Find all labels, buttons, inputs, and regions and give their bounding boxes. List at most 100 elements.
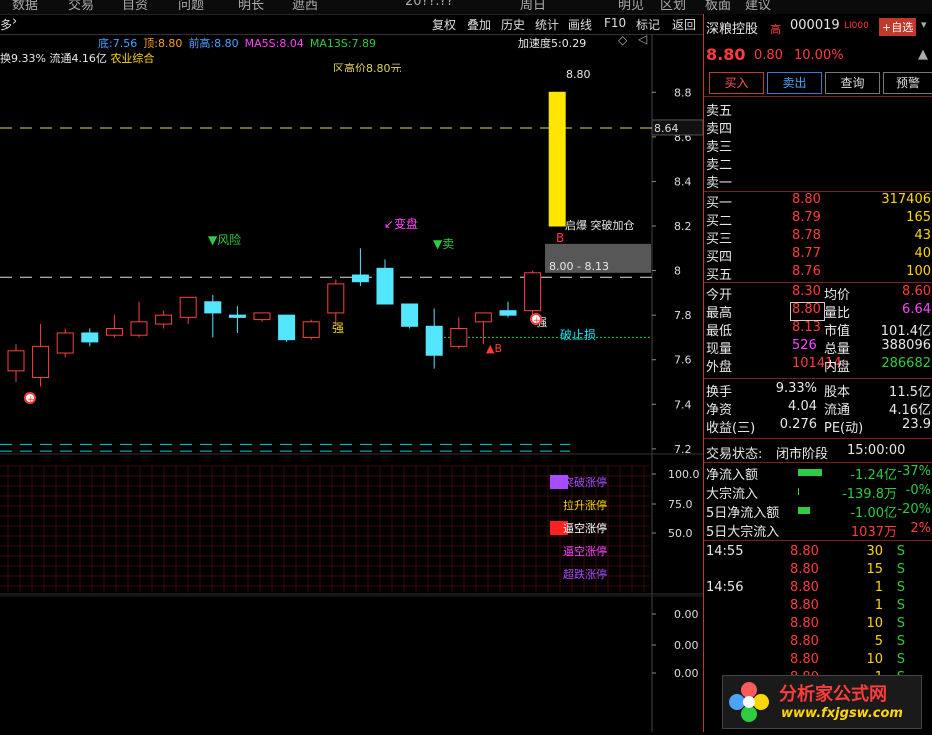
- tick-time: 14:56: [706, 580, 744, 595]
- stat-value: 11.5亿: [889, 385, 931, 400]
- bid-label: 买五: [706, 268, 733, 283]
- candle-body[interactable]: [204, 301, 222, 314]
- candle-body[interactable]: [56, 332, 74, 354]
- top-menu-item[interactable]: 明见: [618, 0, 644, 13]
- top-menu-item[interactable]: 数据: [12, 0, 38, 13]
- candle-body[interactable]: [302, 321, 320, 338]
- candle-body[interactable]: [253, 312, 271, 321]
- toolbar-item-0[interactable]: 复权: [432, 16, 456, 33]
- indicator-legend-label: 突破涨停: [563, 475, 607, 489]
- volume-tick-label: 0.00: [674, 667, 699, 680]
- toolbar-item-5[interactable]: F10: [604, 16, 626, 30]
- candle-body[interactable]: [228, 314, 246, 318]
- chevron-right-icon[interactable]: ›: [12, 14, 17, 29]
- alert-button[interactable]: 预警: [883, 72, 932, 94]
- tick-price: 8.80: [790, 634, 819, 649]
- bid-volume: 317406: [881, 192, 931, 207]
- dropdown-arrow-icon[interactable]: ▾: [921, 18, 927, 31]
- flow-pct: 2%: [910, 521, 931, 536]
- top-menu-item[interactable]: 20??.??: [405, 0, 453, 9]
- stat-value: 6.64: [902, 302, 931, 317]
- toolbar-item-3[interactable]: 统计: [535, 16, 559, 33]
- stat-label: 换手: [706, 385, 733, 400]
- tick-volume: 10: [866, 616, 883, 631]
- kline-chart[interactable]: 8.88.68.48.287.87.67.47.28.64▼风险↙变盘▼卖强 强▲…: [0, 34, 704, 732]
- candle-body[interactable]: [130, 321, 148, 336]
- flow-bar: [798, 507, 810, 514]
- top-menu-bar: 数据 交易 自资 问题 明长 遮西 20??.?? 周日 明见 区划 板面 建议: [0, 0, 932, 15]
- toolbar-item-1[interactable]: 叠加: [467, 16, 491, 33]
- high-price-note: 区高价8.80元: [333, 62, 402, 72]
- bid-row: 买一 8.80 317406: [704, 192, 932, 211]
- top-menu-item[interactable]: 明长: [238, 0, 264, 13]
- candle-body[interactable]: [499, 310, 517, 316]
- diamond-icon[interactable]: ◇: [618, 33, 627, 47]
- candle-body[interactable]: [474, 312, 492, 323]
- toolbar-item-2[interactable]: 历史: [501, 16, 525, 33]
- top-menu-item[interactable]: 建议: [745, 0, 771, 13]
- indicator-label: 顶:: [143, 37, 158, 50]
- indicator-legend-label: 逼空涨停: [563, 544, 607, 558]
- tick-side: S: [896, 562, 905, 577]
- candle-body[interactable]: [155, 314, 173, 325]
- indicator-number: 8.04: [279, 37, 304, 50]
- candle-body[interactable]: [351, 274, 369, 283]
- ask-label: 卖四: [706, 122, 733, 137]
- candle-body[interactable]: [81, 332, 99, 343]
- indicator-legend-label: 超跌涨停: [563, 567, 607, 581]
- candle-body[interactable]: [376, 267, 394, 305]
- candle-body[interactable]: [32, 345, 50, 379]
- collapse-icon[interactable]: ◁: [638, 32, 647, 46]
- query-button[interactable]: 查询: [825, 72, 880, 94]
- stat-row: 最低 8.13 市值 101.4亿: [704, 320, 932, 339]
- top-menu-item[interactable]: 交易: [68, 0, 94, 13]
- candle-body[interactable]: [548, 91, 566, 227]
- trade-time: 15:00:00: [847, 443, 906, 458]
- ask-label: 卖五: [706, 104, 733, 119]
- candle-body[interactable]: [7, 350, 25, 372]
- indicator-label: 底:: [98, 37, 113, 50]
- top-menu-item[interactable]: 板面: [705, 0, 731, 13]
- toolbar-item-6[interactable]: 标记: [636, 16, 660, 33]
- tick-price: 8.80: [790, 598, 819, 613]
- indicator-label: 前高:: [188, 37, 215, 50]
- stat-row: 今开 8.30 均价 8.60: [704, 284, 932, 303]
- indicator-number: 7.89: [351, 37, 377, 50]
- ask-row: 卖二: [704, 154, 932, 173]
- toolbar-more-label[interactable]: 多: [0, 16, 12, 33]
- stat-label: 最高: [706, 306, 733, 321]
- candle-body[interactable]: [179, 296, 197, 318]
- top-menu-item[interactable]: 自资: [122, 0, 148, 13]
- stat-value: 0.276: [779, 417, 817, 432]
- top-menu-item[interactable]: 区划: [660, 0, 686, 13]
- divider: [704, 282, 932, 283]
- ask-label: 卖二: [706, 158, 733, 173]
- add-watchlist-button[interactable]: +自选: [879, 18, 917, 36]
- flow-label: 大宗流入: [706, 487, 759, 502]
- candle-body[interactable]: [524, 272, 542, 312]
- candle-body[interactable]: [327, 283, 345, 314]
- candle-body[interactable]: [401, 303, 419, 327]
- divider: [704, 438, 932, 439]
- sell-button[interactable]: 卖出: [767, 72, 822, 94]
- bid-row: 买三 8.78 43: [704, 228, 932, 247]
- toolbar-item-4[interactable]: 画线: [568, 16, 592, 33]
- y-tick-label: 7.8: [674, 309, 692, 322]
- candle-body[interactable]: [425, 325, 443, 356]
- buy-button[interactable]: 买入: [709, 72, 764, 94]
- chart-annotation: ↙变盘: [384, 216, 418, 231]
- flower-logo-icon: [729, 682, 769, 722]
- candle-body[interactable]: [450, 328, 468, 347]
- candle-body[interactable]: [278, 314, 296, 341]
- stat-value: 286682: [881, 356, 931, 371]
- tick-side: S: [896, 598, 905, 613]
- flow-pct: -37%: [897, 464, 931, 479]
- market-code: LI000: [844, 21, 869, 31]
- top-menu-item[interactable]: 遮西: [292, 0, 318, 13]
- top-menu-item[interactable]: 周日: [520, 0, 546, 13]
- top-menu-item[interactable]: 问题: [178, 0, 204, 13]
- bell-icon[interactable]: ▲: [918, 47, 928, 62]
- candle-body[interactable]: [105, 328, 123, 336]
- tick-volume: 1: [874, 598, 883, 613]
- toolbar-item-7[interactable]: 返回: [672, 16, 696, 33]
